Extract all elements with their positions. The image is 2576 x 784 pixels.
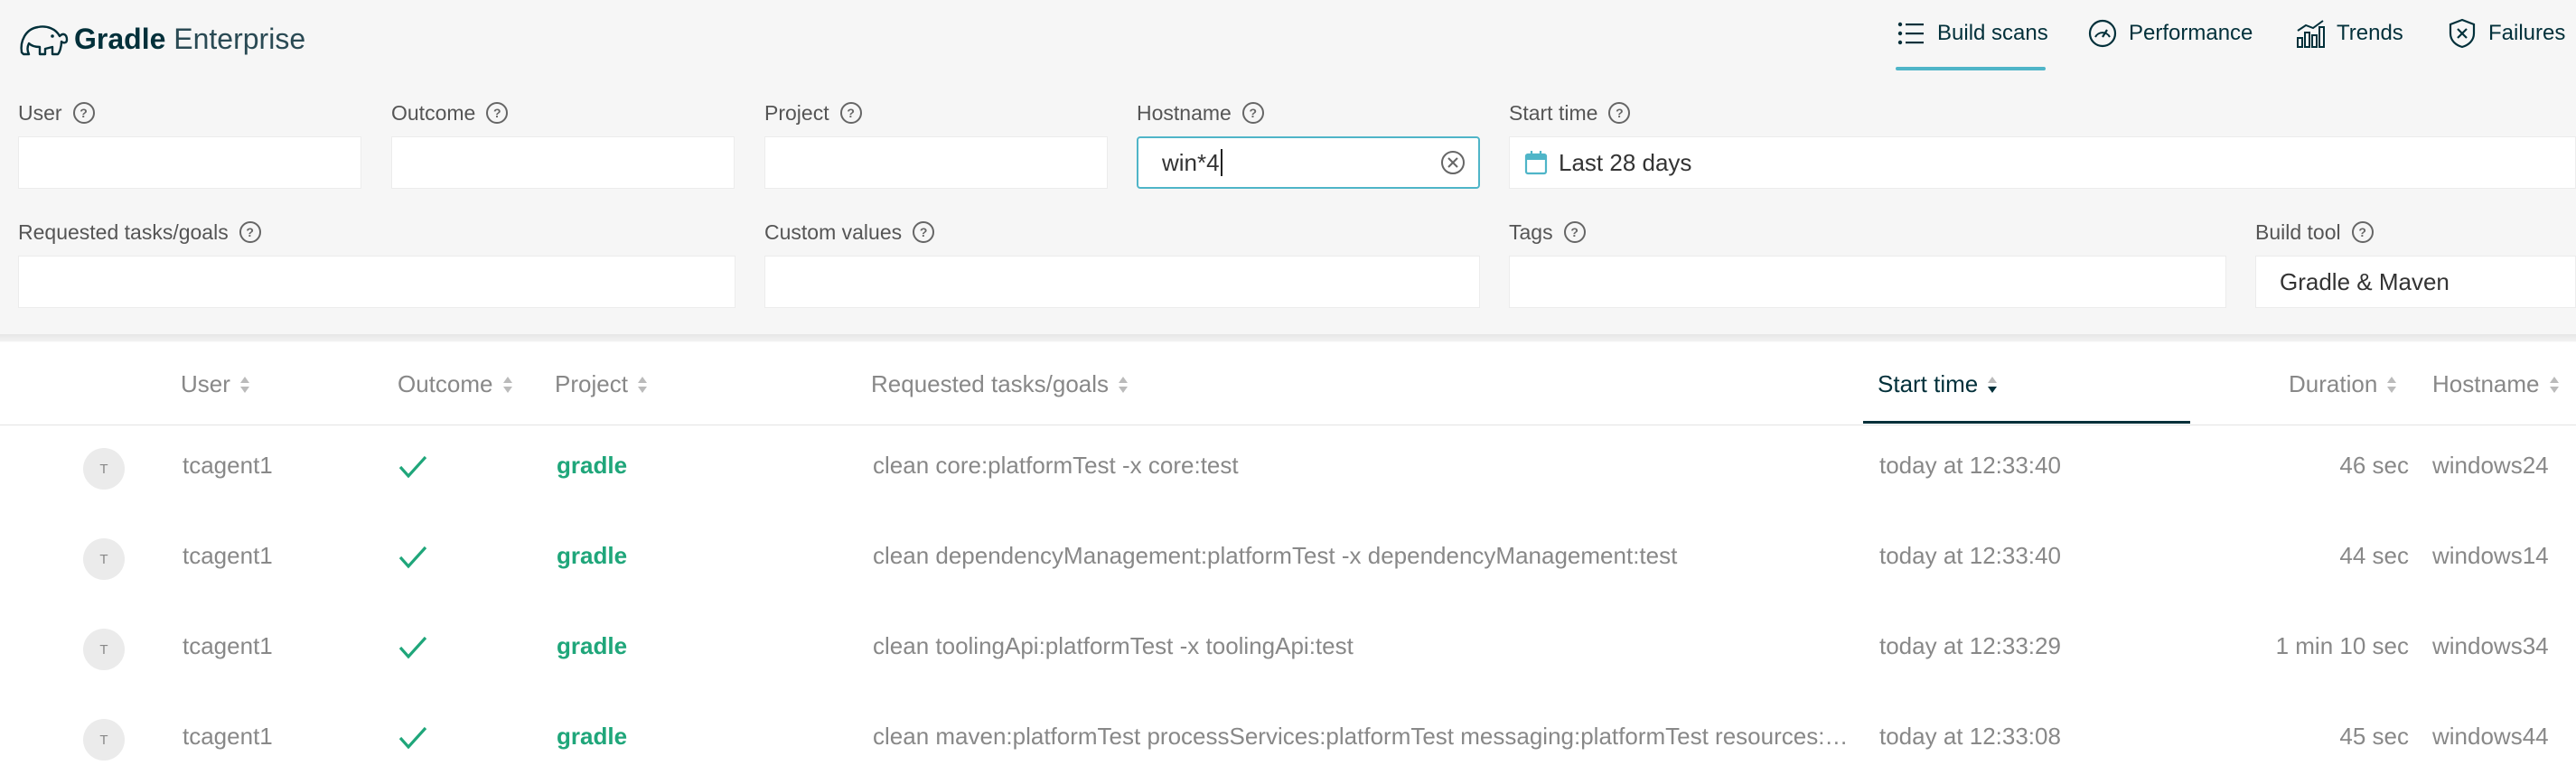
tags-filter-label: Tags?: [1509, 218, 1586, 247]
sort-icon: [2549, 376, 2559, 393]
project-link[interactable]: gradle: [557, 632, 627, 660]
project-link[interactable]: gradle: [557, 542, 627, 570]
help-icon[interactable]: ?: [1241, 102, 1264, 124]
requested-filter-input[interactable]: [18, 256, 735, 308]
help-icon[interactable]: ?: [839, 102, 862, 124]
hostname-cell: windows44: [2432, 723, 2549, 750]
outcome-filter-input[interactable]: [391, 136, 735, 189]
start-time-cell: today at 12:33:40: [1879, 452, 2061, 479]
column-header-hostname[interactable]: Hostname: [2432, 370, 2560, 398]
help-icon[interactable]: ?: [72, 102, 95, 124]
avatar: T: [83, 538, 125, 580]
avatar: T: [83, 629, 125, 670]
bar-chart-icon: [2297, 20, 2325, 48]
nav-label: Failures: [2488, 21, 2566, 45]
sort-icon: [2387, 376, 2397, 393]
hostname-filter-label: Hostname?: [1137, 98, 1264, 127]
list-icon: [1897, 22, 1924, 45]
sort-descending-icon: [1988, 376, 1998, 393]
table-header: User Outcome Project Requested tasks/goa…: [0, 343, 2576, 425]
duration-cell: 1 min 10 sec: [2275, 632, 2409, 659]
sort-icon: [637, 376, 647, 393]
help-icon[interactable]: ?: [239, 221, 261, 243]
hostname-cell: windows24: [2432, 452, 2549, 479]
duration-cell: 44 sec: [2339, 542, 2409, 569]
start-time-filter-input[interactable]: Last 28 days: [1509, 136, 2576, 189]
help-icon[interactable]: ?: [486, 102, 509, 124]
gauge-icon: [2088, 19, 2117, 48]
user-filter-input[interactable]: [18, 136, 361, 189]
requested-cell: clean core:platformTest -x core:test: [873, 452, 1239, 479]
brand-name: Gradle Enterprise: [74, 22, 306, 55]
table-row[interactable]: T tcagent1 gradle clean toolingApi:platf…: [0, 603, 2576, 694]
duration-cell: 46 sec: [2339, 452, 2409, 479]
tags-filter-input[interactable]: [1509, 256, 2226, 308]
duration-cell: 45 sec: [2339, 723, 2409, 750]
table-row[interactable]: T tcagent1 gradle clean core:platformTes…: [0, 423, 2576, 513]
sort-icon: [502, 376, 512, 393]
success-check-icon: [398, 726, 427, 750]
start-time-cell: today at 12:33:29: [1879, 632, 2061, 659]
elephant-logo-icon: [20, 25, 69, 56]
success-check-icon: [398, 455, 427, 479]
table-row[interactable]: T tcagent1 gradle clean dependencyManage…: [0, 513, 2576, 603]
column-header-outcome[interactable]: Outcome: [398, 370, 513, 398]
text-caret: [1220, 149, 1222, 176]
help-icon[interactable]: ?: [913, 221, 935, 243]
project-link[interactable]: gradle: [557, 452, 627, 480]
nav-label: Build scans: [1937, 21, 2048, 45]
nav-performance[interactable]: Performance: [2087, 18, 2253, 49]
column-header-requested[interactable]: Requested tasks/goals: [871, 370, 1129, 398]
column-header-duration[interactable]: Duration: [2289, 370, 2397, 398]
hostname-cell: windows34: [2432, 632, 2549, 659]
nav-trends[interactable]: Trends: [2295, 18, 2403, 49]
user-cell: tcagent1: [183, 452, 273, 479]
nav-build-scans[interactable]: Build scans: [1896, 18, 2048, 49]
user-cell: tcagent1: [183, 723, 273, 750]
user-cell: tcagent1: [183, 632, 273, 659]
avatar: T: [83, 719, 125, 761]
project-filter-input[interactable]: [764, 136, 1108, 189]
calendar-icon: [1524, 151, 1548, 175]
help-icon[interactable]: ?: [1608, 102, 1631, 124]
outcome-filter-label: Outcome?: [391, 98, 509, 127]
project-filter-label: Project?: [764, 98, 862, 127]
failure-shield-icon: [2449, 18, 2476, 49]
gradle-enterprise-logo[interactable]: Gradle Enterprise: [16, 16, 305, 61]
user-cell: tcagent1: [183, 542, 273, 569]
build-tool-filter-label: Build tool?: [2255, 218, 2374, 247]
requested-cell: clean toolingApi:platformTest -x tooling…: [873, 632, 1354, 659]
column-header-start-time[interactable]: Start time: [1878, 370, 1998, 398]
hostname-filter-value: win*4: [1162, 148, 1220, 176]
sort-icon: [239, 376, 249, 393]
avatar: T: [83, 448, 125, 490]
start-time-filter-label: Start time?: [1509, 98, 1631, 127]
start-time-filter-value: Last 28 days: [1559, 148, 1692, 176]
nav-label: Performance: [2129, 21, 2253, 45]
user-filter-label: User?: [18, 98, 95, 127]
success-check-icon: [398, 636, 427, 659]
requested-filter-label: Requested tasks/goals?: [18, 218, 261, 247]
requested-cell: clean maven:platformTest processServices…: [873, 723, 1849, 750]
column-header-project[interactable]: Project: [555, 370, 648, 398]
custom-values-filter-label: Custom values?: [764, 218, 935, 247]
start-time-cell: today at 12:33:40: [1879, 542, 2061, 569]
nav-active-indicator: [1896, 67, 2046, 70]
sort-icon: [1119, 376, 1129, 393]
help-icon[interactable]: ?: [2351, 221, 2374, 243]
help-icon[interactable]: ?: [1563, 221, 1586, 243]
custom-values-filter-input[interactable]: [764, 256, 1480, 308]
requested-cell: clean dependencyManagement:platformTest …: [873, 542, 1678, 569]
column-header-user[interactable]: User: [181, 370, 250, 398]
project-link[interactable]: gradle: [557, 723, 627, 751]
hostname-filter-input[interactable]: win*4: [1137, 136, 1480, 189]
nav-failures[interactable]: Failures: [2447, 18, 2565, 49]
success-check-icon: [398, 546, 427, 569]
nav-label: Trends: [2337, 21, 2403, 45]
hostname-cell: windows14: [2432, 542, 2549, 569]
start-time-cell: today at 12:33:08: [1879, 723, 2061, 750]
clear-icon[interactable]: [1440, 150, 1466, 175]
build-tool-select[interactable]: Gradle & Maven: [2255, 256, 2576, 308]
table-row[interactable]: T tcagent1 gradle clean maven:platformTe…: [0, 694, 2576, 784]
